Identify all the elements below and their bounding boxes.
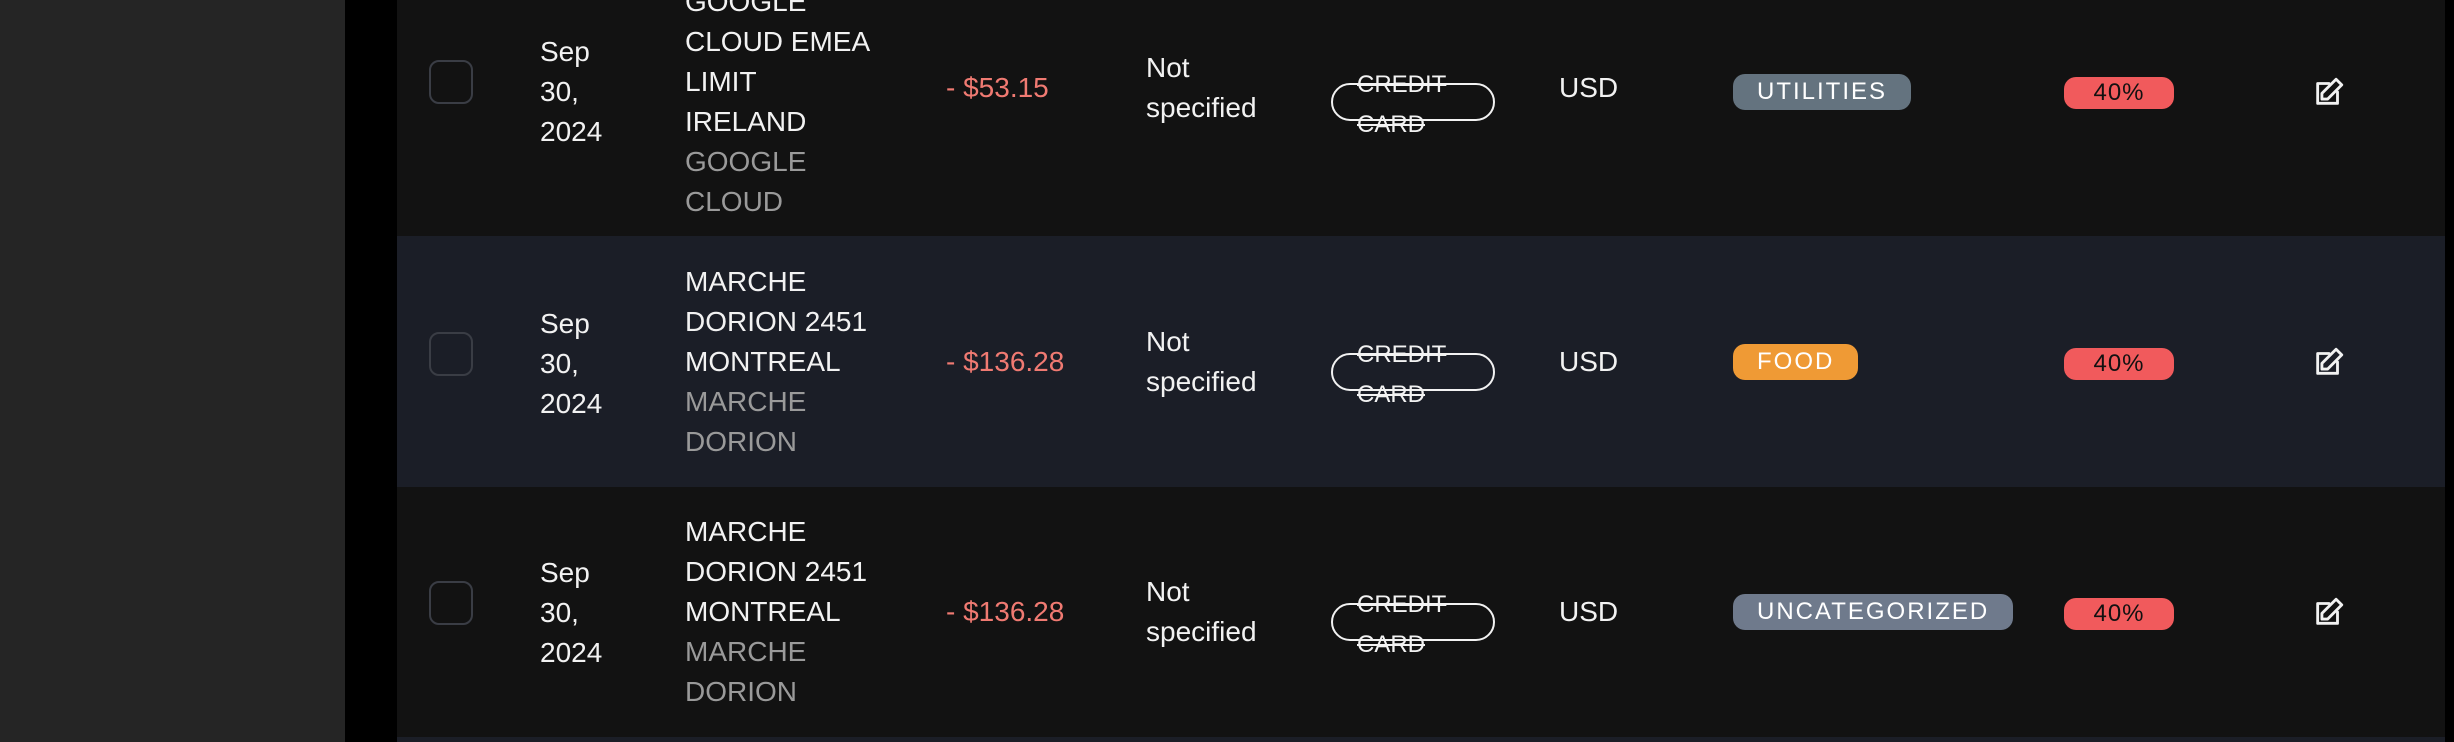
note-line: Not bbox=[1146, 576, 1190, 607]
merchant-cell: MARCHE DORION 2451 MONTREAL MARCHE DORIO… bbox=[685, 262, 885, 462]
date-cell: Sep 30, 2024 bbox=[540, 553, 630, 673]
amount-cell: - $136.28 bbox=[946, 346, 1065, 377]
date-day: 30, bbox=[540, 348, 579, 379]
payment-method-label: CREDIT CARD bbox=[1357, 341, 1447, 408]
row-checkbox[interactable] bbox=[429, 581, 473, 625]
row-checkbox[interactable] bbox=[429, 332, 473, 376]
payment-method-label: CREDIT CARD bbox=[1357, 71, 1447, 138]
date-day: 30, bbox=[540, 76, 579, 107]
payment-method-badge: CREDIT CARD bbox=[1331, 341, 1495, 408]
table-row[interactable]: Sep 30, 2024 MARCHE DORION 2451 MONTREAL… bbox=[397, 236, 2445, 487]
merchant-cell: GOOGLE CLOUD EMEA LIMIT IRELAND GOOGLE C… bbox=[685, 0, 885, 222]
percent-badge: 40% bbox=[2064, 77, 2174, 109]
note-cell: Not specified bbox=[1146, 48, 1296, 128]
note-line: specified bbox=[1146, 92, 1257, 123]
date-year: 2024 bbox=[540, 116, 603, 147]
amount-cell: - $136.28 bbox=[946, 596, 1065, 627]
merchant-name: MARCHE bbox=[685, 516, 807, 547]
merchant-name: LIMIT bbox=[685, 66, 757, 97]
merchant-name: DORION 2451 bbox=[685, 556, 868, 587]
payment-method-badge: CREDIT CARD bbox=[1331, 71, 1495, 138]
edit-icon[interactable] bbox=[2312, 75, 2346, 109]
note-line: Not bbox=[1146, 326, 1190, 357]
date-cell: Sep 30, 2024 bbox=[540, 304, 630, 424]
table-row[interactable]: Sep 30, 2024 MARCHE DORION 2451 MONTREAL… bbox=[397, 487, 2445, 737]
merchant-subtitle: MARCHE bbox=[685, 386, 807, 417]
note-line: specified bbox=[1146, 616, 1257, 647]
edit-icon[interactable] bbox=[2312, 345, 2346, 379]
merchant-subtitle: DORION bbox=[685, 426, 797, 457]
merchant-name: GOOGLE bbox=[685, 0, 807, 17]
merchant-cell: MARCHE DORION 2451 MONTREAL MARCHE DORIO… bbox=[685, 512, 885, 712]
app-page: Sep 30, 2024 GOOGLE CLOUD EMEA LIMIT IRE… bbox=[0, 0, 2454, 742]
currency-cell: USD bbox=[1559, 596, 1619, 627]
date-year: 2024 bbox=[540, 388, 603, 419]
merchant-subtitle: CLOUD bbox=[685, 186, 784, 217]
category-badge[interactable]: UTILITIES bbox=[1733, 74, 1912, 110]
merchant-name: MARCHE bbox=[685, 266, 807, 297]
table-row[interactable]: Sep 30, 2024 GOOGLE CLOUD EMEA LIMIT IRE… bbox=[397, 0, 2445, 236]
merchant-subtitle: DORION bbox=[685, 676, 797, 707]
merchant-subtitle: MARCHE bbox=[685, 636, 807, 667]
date-day: 30, bbox=[540, 597, 579, 628]
category-badge[interactable]: UNCATEGORIZED bbox=[1733, 594, 2014, 630]
currency-cell: USD bbox=[1559, 72, 1619, 103]
merchant-name: DORION 2451 bbox=[685, 306, 868, 337]
date-month: Sep bbox=[540, 557, 590, 588]
payment-method-label: CREDIT CARD bbox=[1357, 591, 1447, 658]
row-checkbox[interactable] bbox=[429, 60, 473, 104]
edit-icon[interactable] bbox=[2312, 595, 2346, 629]
merchant-name: CLOUD EMEA bbox=[685, 26, 871, 57]
sidebar-divider bbox=[345, 0, 397, 742]
date-year: 2024 bbox=[540, 637, 603, 668]
merchant-name: MONTREAL bbox=[685, 346, 841, 377]
date-month: Sep bbox=[540, 36, 590, 67]
date-cell: Sep 30, 2024 bbox=[540, 32, 630, 152]
note-cell: Not specified bbox=[1146, 322, 1296, 402]
merchant-subtitle: GOOGLE bbox=[685, 146, 807, 177]
payment-method-badge: CREDIT CARD bbox=[1331, 591, 1495, 658]
category-badge[interactable]: FOOD bbox=[1733, 344, 1859, 380]
note-cell: Not specified bbox=[1146, 572, 1296, 652]
amount-cell: - $53.15 bbox=[946, 72, 1049, 103]
percent-badge: 40% bbox=[2064, 348, 2174, 380]
date-month: Sep bbox=[540, 308, 590, 339]
note-line: specified bbox=[1146, 366, 1257, 397]
transactions-table: Sep 30, 2024 GOOGLE CLOUD EMEA LIMIT IRE… bbox=[397, 0, 2445, 742]
next-row-edge bbox=[397, 737, 2445, 742]
merchant-name: MONTREAL bbox=[685, 596, 841, 627]
note-line: Not bbox=[1146, 52, 1190, 83]
sidebar bbox=[0, 0, 345, 742]
currency-cell: USD bbox=[1559, 346, 1619, 377]
merchant-name: IRELAND bbox=[685, 106, 807, 137]
percent-badge: 40% bbox=[2064, 598, 2174, 630]
